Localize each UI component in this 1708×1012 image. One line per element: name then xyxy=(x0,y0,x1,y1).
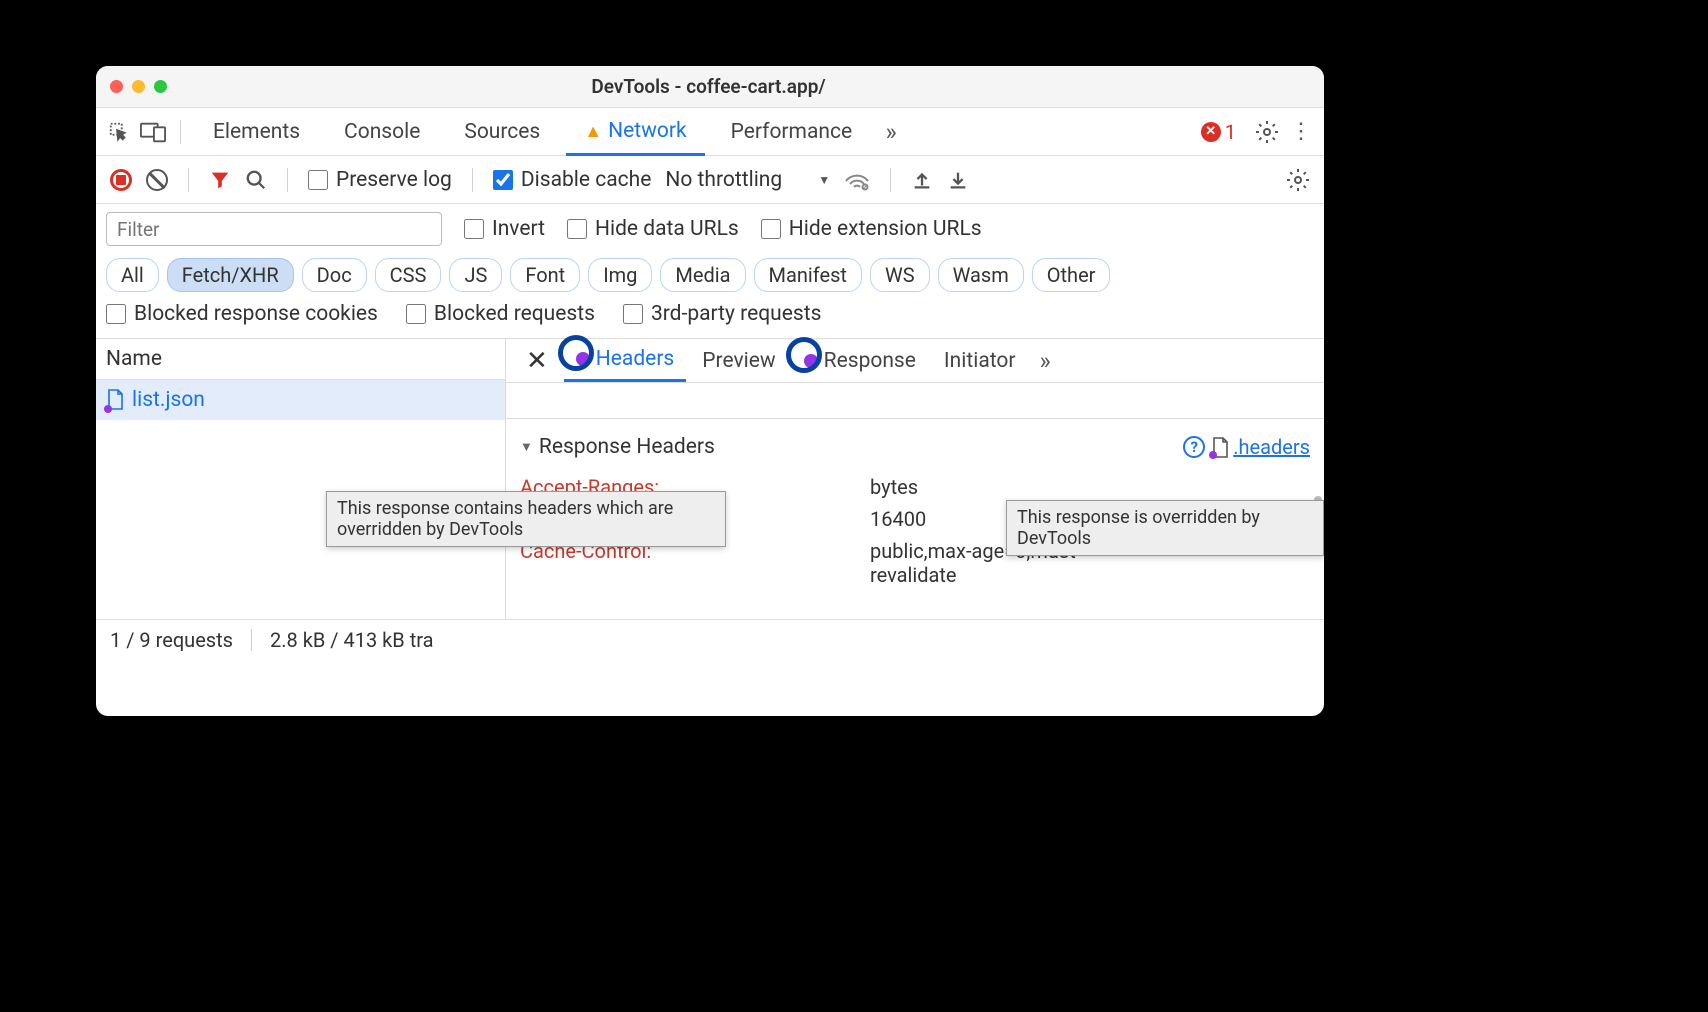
disclosure-triangle-icon: ▼ xyxy=(520,439,533,455)
kebab-menu-icon[interactable]: ⋮ xyxy=(1288,119,1314,145)
tab-performance[interactable]: Performance xyxy=(713,110,870,154)
headers-file-link[interactable]: .headers xyxy=(1233,435,1310,459)
pill-media[interactable]: Media xyxy=(660,258,745,292)
pill-other[interactable]: Other xyxy=(1032,258,1111,292)
tooltip-response-override: This response is overridden by DevTools xyxy=(1006,500,1324,556)
request-count: 1 / 9 requests xyxy=(110,628,233,652)
name-column-header[interactable]: Name xyxy=(96,339,505,380)
disable-cache-checkbox[interactable]: Disable cache xyxy=(493,168,652,192)
chevron-down-icon: ▼ xyxy=(818,173,830,187)
invert-checkbox[interactable]: Invert xyxy=(464,217,545,241)
annotation-circle xyxy=(558,335,594,371)
window-title: DevTools - coffee-cart.app/ xyxy=(107,75,1310,98)
file-icon xyxy=(1211,437,1227,457)
pill-css[interactable]: CSS xyxy=(375,258,442,292)
clear-button[interactable] xyxy=(146,169,168,191)
request-filename: list.json xyxy=(132,388,205,412)
record-button[interactable] xyxy=(110,169,132,191)
tab-response[interactable]: Response xyxy=(792,341,928,381)
pill-doc[interactable]: Doc xyxy=(302,258,367,292)
pill-all[interactable]: All xyxy=(106,258,159,292)
resource-type-pills: All Fetch/XHR Doc CSS JS Font Img Media … xyxy=(96,254,1324,302)
tab-headers[interactable]: Headers xyxy=(564,339,686,382)
warning-icon: ▲ xyxy=(584,121,602,142)
extra-filters: Blocked response cookies Blocked request… xyxy=(96,302,1324,339)
throttling-select[interactable]: No throttling▼ xyxy=(665,168,830,192)
preserve-log-checkbox[interactable]: Preserve log xyxy=(308,168,452,192)
blocked-requests-checkbox[interactable]: Blocked requests xyxy=(406,302,595,326)
more-tabs-icon[interactable]: » xyxy=(878,119,904,145)
search-icon[interactable] xyxy=(245,169,267,191)
filter-bar: Invert Hide data URLs Hide extension URL… xyxy=(96,204,1324,254)
file-icon xyxy=(106,389,124,411)
pill-js[interactable]: JS xyxy=(449,258,502,292)
hide-extension-urls-checkbox[interactable]: Hide extension URLs xyxy=(761,217,982,241)
content-area: Name list.json ✕ Headers Preview xyxy=(96,339,1324,619)
tab-console[interactable]: Console xyxy=(326,110,438,154)
network-toolbar: Preserve log Disable cache No throttling… xyxy=(96,156,1324,204)
tooltip-headers-override: This response contains headers which are… xyxy=(326,491,726,547)
hide-data-urls-checkbox[interactable]: Hide data URLs xyxy=(567,217,739,241)
close-detail-button[interactable]: ✕ xyxy=(514,346,560,376)
pill-fetch-xhr[interactable]: Fetch/XHR xyxy=(167,258,294,292)
help-icon[interactable]: ? xyxy=(1183,436,1205,458)
tab-elements[interactable]: Elements xyxy=(195,110,318,154)
annotation-circle xyxy=(786,337,822,373)
override-dot-icon xyxy=(104,405,112,413)
panel-settings-icon[interactable] xyxy=(1286,168,1310,192)
titlebar: DevTools - coffee-cart.app/ xyxy=(96,66,1324,108)
detail-tabs: ✕ Headers Preview Response Initiator » xyxy=(506,339,1324,383)
request-row-list-json[interactable]: list.json xyxy=(96,380,505,420)
pill-ws[interactable]: WS xyxy=(870,258,930,292)
detail-panel: ✕ Headers Preview Response Initiator » xyxy=(506,339,1324,619)
main-tabs: Elements Console Sources ▲Network Perfor… xyxy=(96,108,1324,156)
upload-icon[interactable] xyxy=(911,169,933,191)
tab-preview[interactable]: Preview xyxy=(690,341,787,381)
download-icon[interactable] xyxy=(947,169,969,191)
blocked-cookies-checkbox[interactable]: Blocked response cookies xyxy=(106,302,378,326)
inspect-icon[interactable] xyxy=(106,119,132,145)
error-icon: ✕ xyxy=(1201,122,1221,142)
pill-manifest[interactable]: Manifest xyxy=(754,258,862,292)
pill-img[interactable]: Img xyxy=(588,258,652,292)
third-party-checkbox[interactable]: 3rd-party requests xyxy=(623,302,821,326)
devtools-window: DevTools - coffee-cart.app/ Elements Con… xyxy=(96,66,1324,716)
tab-initiator[interactable]: Initiator xyxy=(932,341,1028,381)
transfer-size: 2.8 kB / 413 kB tra xyxy=(270,628,434,652)
error-badge[interactable]: ✕1 xyxy=(1201,120,1236,144)
network-conditions-icon[interactable] xyxy=(844,169,870,191)
requests-list: Name list.json xyxy=(96,339,506,619)
more-detail-tabs-icon[interactable]: » xyxy=(1032,347,1059,375)
device-toolbar-icon[interactable] xyxy=(140,119,166,145)
tab-network[interactable]: ▲Network xyxy=(566,109,704,156)
tab-sources[interactable]: Sources xyxy=(446,110,558,154)
status-bar: 1 / 9 requests 2.8 kB / 413 kB tra xyxy=(96,619,1324,659)
settings-icon[interactable] xyxy=(1254,119,1280,145)
pill-wasm[interactable]: Wasm xyxy=(938,258,1024,292)
filter-input[interactable] xyxy=(106,212,442,246)
pill-font[interactable]: Font xyxy=(510,258,580,292)
filter-icon[interactable] xyxy=(209,169,231,191)
response-headers-section[interactable]: ▼ Response Headers ? .headers xyxy=(520,429,1310,465)
